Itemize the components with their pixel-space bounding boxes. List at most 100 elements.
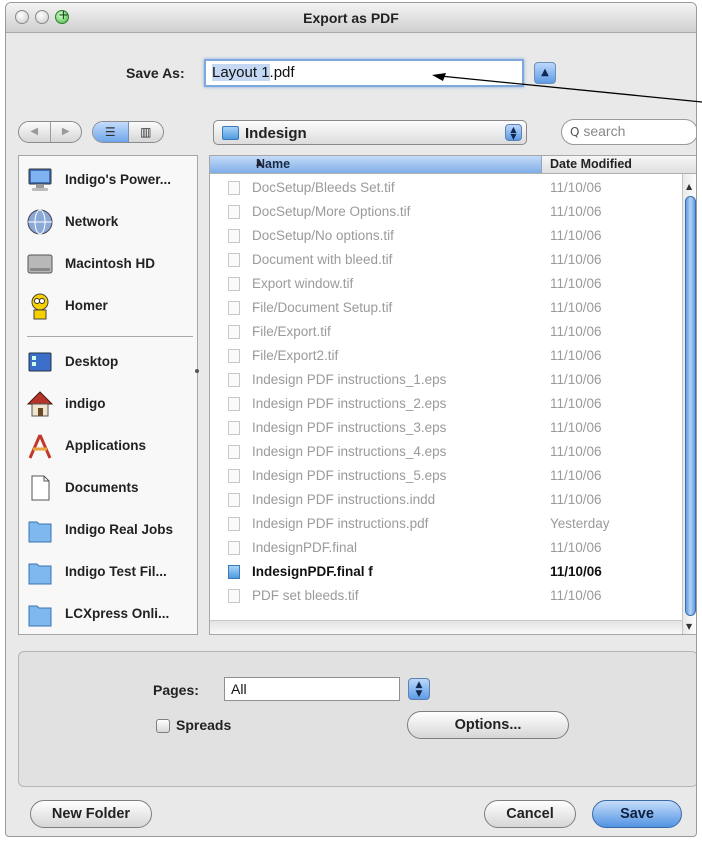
back-forward-control[interactable]: ◀ ▶ <box>18 121 82 143</box>
file-name: Indesign PDF instructions_2.eps <box>252 396 447 411</box>
file-row: PDF set bleeds.tif 11/10/06 <box>210 584 680 608</box>
folder-icon <box>228 565 240 579</box>
file-row: File/Export.tif 11/10/06 <box>210 320 680 344</box>
search-field[interactable]: Q search <box>561 119 696 145</box>
cancel-button[interactable]: Cancel <box>484 800 576 828</box>
sidebar-resize-handle[interactable] <box>195 369 199 373</box>
file-icon <box>228 181 240 195</box>
file-icon <box>228 253 240 267</box>
folder-icon <box>28 521 52 543</box>
pdf-options-panel <box>18 651 696 787</box>
list-view-icon[interactable]: ☰ <box>93 122 129 142</box>
horizontal-scrollbar[interactable] <box>210 620 682 634</box>
computer-icon <box>28 168 52 191</box>
file-date: Yesterday <box>550 516 610 531</box>
file-row: Indesign PDF instructions_4.eps 11/10/06 <box>210 440 680 464</box>
file-icon <box>228 301 240 315</box>
file-date: 11/10/06 <box>550 492 602 507</box>
file-name: Indesign PDF instructions_1.eps <box>252 372 447 387</box>
folder-icon <box>222 126 239 140</box>
column-header-name[interactable]: Name ▲ <box>210 156 542 173</box>
file-row: Indesign PDF instructions.indd 11/10/06 <box>210 488 680 512</box>
file-name: DocSetup/No options.tif <box>252 228 394 243</box>
file-row: Indesign PDF instructions_5.eps 11/10/06 <box>210 464 680 488</box>
sidebar-item-label: Homer <box>65 298 108 313</box>
file-row: Indesign PDF instructions.pdf Yesterday <box>210 512 680 536</box>
file-list: Name ▲ Date Modified DocSetup/Bleeds Set… <box>209 155 696 635</box>
file-name: File/Export.tif <box>252 324 331 339</box>
file-date: 11/10/06 <box>550 324 602 339</box>
sidebar-item-label: Network <box>65 214 119 229</box>
sidebar-item-applications[interactable]: Applications <box>19 426 199 466</box>
sidebar-item-label: LCXpress Onli... <box>65 606 170 621</box>
column-header-date[interactable]: Date Modified <box>550 157 632 171</box>
file-name: IndesignPDF.final f <box>252 564 373 579</box>
file-row: Export window.tif 11/10/06 <box>210 272 680 296</box>
new-folder-button[interactable]: New Folder <box>30 800 152 828</box>
pages-label: Pages: <box>153 682 199 698</box>
view-mode-control[interactable]: ☰ ▥ <box>92 121 164 143</box>
sort-ascending-icon: ▲ <box>256 158 263 168</box>
location-popup[interactable]: Indesign ▲ ▼ <box>213 120 527 145</box>
column-view-icon[interactable]: ▥ <box>129 122 164 142</box>
sidebar-item-network[interactable]: Network <box>19 202 199 242</box>
spreads-checkbox[interactable] <box>156 719 170 733</box>
file-date: 11/10/06 <box>550 228 602 243</box>
pages-popup-arrows-icon[interactable]: ▲ ▼ <box>408 678 430 700</box>
sidebar-item-home[interactable]: indigo <box>19 384 199 424</box>
file-name: Indesign PDF instructions.pdf <box>252 516 429 531</box>
file-icon <box>228 445 240 459</box>
options-button[interactable]: Options... <box>407 711 569 739</box>
sidebar: Indigo's Power... Network Macintosh HD H… <box>18 155 198 635</box>
pages-field[interactable]: All <box>224 677 400 701</box>
file-icon <box>228 517 240 531</box>
sidebar-item-label: indigo <box>65 396 106 411</box>
file-row: File/Export2.tif 11/10/06 <box>210 344 680 368</box>
file-row[interactable]: IndesignPDF.final f 11/10/06 <box>210 560 680 584</box>
sidebar-item-label: Indigo's Power... <box>65 172 171 187</box>
file-date: 11/10/06 <box>550 588 602 603</box>
file-icon <box>228 493 240 507</box>
sidebar-item-documents[interactable]: Documents <box>19 468 199 508</box>
file-date: 11/10/06 <box>550 300 602 315</box>
scroll-thumb[interactable] <box>685 196 696 616</box>
scroll-up-icon[interactable]: ▲ <box>686 182 692 191</box>
file-row: IndesignPDF.final 11/10/06 <box>210 536 680 560</box>
file-row: Indesign PDF instructions_2.eps 11/10/06 <box>210 392 680 416</box>
sidebar-item-computer[interactable]: Indigo's Power... <box>19 160 199 200</box>
file-date: 11/10/06 <box>550 204 602 219</box>
file-name: File/Export2.tif <box>252 348 339 363</box>
folder-icon <box>28 605 52 627</box>
window-title: Export as PDF <box>303 10 399 26</box>
scroll-down-icon[interactable]: ▼ <box>686 622 692 631</box>
sidebar-item-desktop[interactable]: Desktop <box>19 342 199 382</box>
sidebar-item-indigo-real-jobs[interactable]: Indigo Real Jobs <box>19 510 199 550</box>
file-date: 11/10/06 <box>550 252 602 267</box>
vertical-scrollbar[interactable]: ▲ ▼ <box>682 174 696 634</box>
folder-icon <box>28 563 52 585</box>
forward-icon[interactable]: ▶ <box>51 122 82 142</box>
file-icon <box>228 541 240 555</box>
applications-icon <box>28 434 52 459</box>
file-name: Export window.tif <box>252 276 354 291</box>
desktop-icon <box>28 352 52 372</box>
sidebar-item-macintosh-hd[interactable]: Macintosh HD <box>19 244 199 284</box>
file-date: 11/10/06 <box>550 420 602 435</box>
back-icon[interactable]: ◀ <box>19 122 51 142</box>
file-name: Indesign PDF instructions_5.eps <box>252 468 447 483</box>
file-name: Document with bleed.tif <box>252 252 393 267</box>
sidebar-item-lcxpress-online[interactable]: LCXpress Onli... <box>19 594 199 634</box>
save-as-label: Save As: <box>126 65 185 81</box>
sidebar-item-label: Indigo Real Jobs <box>65 522 174 537</box>
spreads-label[interactable]: Spreads <box>176 717 231 733</box>
save-button[interactable]: Save <box>592 800 682 828</box>
file-date: 11/10/06 <box>550 468 602 483</box>
file-date: 11/10/06 <box>550 372 602 387</box>
sidebar-item-homer[interactable]: Homer <box>19 286 199 326</box>
file-row: Indesign PDF instructions_3.eps 11/10/06 <box>210 416 680 440</box>
sidebar-item-indigo-test-files[interactable]: Indigo Test Fil... <box>19 552 199 592</box>
title-bar: Export as PDF <box>6 3 696 33</box>
file-icon <box>228 421 240 435</box>
file-row: File/Document Setup.tif 11/10/06 <box>210 296 680 320</box>
sidebar-item-label: Desktop <box>65 354 119 369</box>
